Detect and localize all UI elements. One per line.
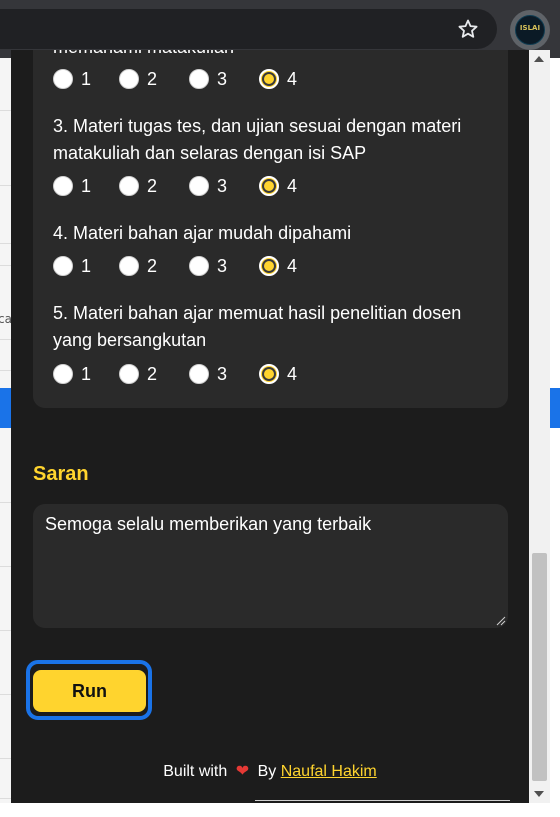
background-blue-bar-right: [550, 388, 560, 428]
radio-label: 2: [147, 364, 158, 384]
divider: [255, 800, 510, 801]
star-icon[interactable]: [456, 17, 480, 41]
saran-heading: Saran: [33, 463, 89, 485]
scroll-down-icon[interactable]: [534, 791, 544, 797]
radio-button-selected[interactable]: [259, 364, 279, 384]
address-bar[interactable]: [0, 9, 497, 49]
window-bottom-edge: [0, 803, 560, 817]
radio-label: 4: [287, 364, 298, 384]
footer-by: By: [257, 763, 277, 780]
radio-label: 2: [147, 256, 158, 276]
radio-group: 1 2 3 4: [53, 254, 353, 278]
resize-grip-icon[interactable]: [496, 616, 506, 626]
radio-label: 3: [217, 364, 228, 384]
radio-button[interactable]: [53, 69, 73, 89]
radio-label: 1: [81, 176, 92, 196]
radio-label: 1: [81, 256, 92, 276]
extension-logo-text: ISLAI: [519, 24, 541, 32]
question-text: 3. Materi tugas tes, dan ujian sesuai de…: [53, 116, 462, 163]
radio-button[interactable]: [189, 256, 209, 276]
radio-label: 4: [287, 256, 298, 276]
heart-icon: ❤: [235, 763, 250, 780]
radio-label: 2: [147, 176, 158, 196]
radio-button-selected[interactable]: [259, 69, 279, 89]
radio-button[interactable]: [119, 256, 139, 276]
extension-popup: memahami matakuliah 1 2 3 4 3. Materi tu…: [11, 50, 529, 803]
radio-button[interactable]: [189, 364, 209, 384]
scroll-up-icon[interactable]: [534, 56, 544, 62]
saran-textarea[interactable]: Semoga selalu memberikan yang terbaik: [33, 504, 508, 628]
radio-button[interactable]: [53, 364, 73, 384]
extension-button[interactable]: ISLAI: [510, 10, 550, 50]
radio-button[interactable]: [189, 176, 209, 196]
scrollbar-thumb[interactable]: [532, 553, 547, 781]
radio-label: 3: [217, 176, 228, 196]
run-button[interactable]: Run: [33, 670, 146, 712]
radio-button[interactable]: [119, 364, 139, 384]
radio-button[interactable]: [189, 69, 209, 89]
question-text: 4. Materi bahan ajar mudah dipahami: [53, 223, 352, 243]
footer: Built with ❤ By Naufal Hakim: [11, 761, 529, 781]
radio-button[interactable]: [53, 256, 73, 276]
radio-label: 4: [287, 176, 298, 196]
radio-label: 4: [287, 69, 298, 89]
saran-text: Semoga selalu memberikan yang terbaik: [45, 514, 372, 534]
radio-group: 1 2 3 4: [53, 362, 353, 386]
radio-group: 1 2 3 4: [53, 67, 353, 91]
scrollbar[interactable]: [529, 50, 550, 803]
extension-icon: ISLAI: [515, 15, 545, 45]
question-text: 5. Materi bahan ajar memuat hasil peneli…: [53, 303, 462, 350]
radio-label: 1: [81, 364, 92, 384]
radio-button[interactable]: [53, 176, 73, 196]
author-link[interactable]: Naufal Hakim: [281, 763, 377, 780]
radio-button-selected[interactable]: [259, 256, 279, 276]
radio-label: 3: [217, 69, 228, 89]
radio-button[interactable]: [119, 176, 139, 196]
radio-label: 2: [147, 69, 158, 89]
radio-label: 1: [81, 69, 92, 89]
radio-label: 3: [217, 256, 228, 276]
question-text: memahami matakuliah: [53, 50, 493, 61]
footer-built-with: Built with: [163, 763, 228, 780]
radio-group: 1 2 3 4: [53, 174, 353, 198]
radio-button[interactable]: [119, 69, 139, 89]
radio-button-selected[interactable]: [259, 176, 279, 196]
